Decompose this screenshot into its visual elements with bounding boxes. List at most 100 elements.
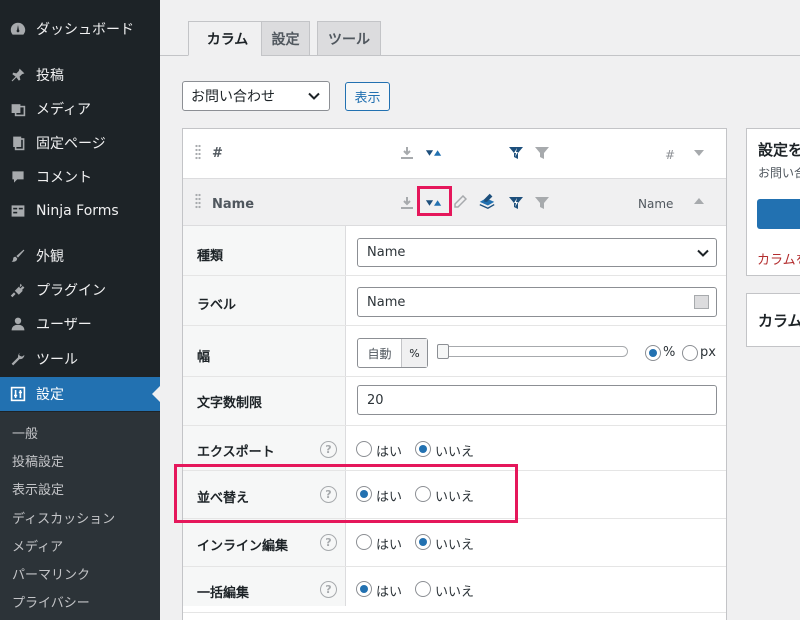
tab-settings[interactable]: 設定 bbox=[261, 21, 310, 56]
menu-appearance[interactable]: 外観 bbox=[0, 239, 160, 273]
inline-edit-no-radio[interactable] bbox=[415, 534, 431, 550]
highlight-sort-icon bbox=[417, 186, 452, 216]
type-select-value: Name bbox=[367, 245, 406, 260]
settings-side-box: 設定を お問い合 カラムを bbox=[746, 128, 800, 276]
menu-label: 固定ページ bbox=[36, 136, 106, 152]
inline-edit-yes-label: はい bbox=[376, 538, 403, 553]
menu-settings[interactable]: 設定 bbox=[0, 377, 160, 411]
column-header-hash[interactable]: # # bbox=[183, 129, 726, 179]
plugin-icon bbox=[8, 280, 28, 300]
export-yes-radio[interactable] bbox=[356, 441, 372, 457]
form-select[interactable]: お問い合わせ bbox=[182, 81, 330, 111]
label-input-value: Name bbox=[367, 294, 406, 310]
row-divider bbox=[183, 376, 726, 377]
chevron-down-icon bbox=[696, 246, 710, 264]
label-input[interactable]: Name bbox=[357, 287, 717, 317]
menu-label: 外観 bbox=[36, 249, 64, 265]
inline-edit-no-label: いいえ bbox=[435, 538, 475, 553]
menu-comments[interactable]: コメント bbox=[0, 160, 160, 194]
side-save-button[interactable] bbox=[757, 199, 800, 229]
form-select-value: お問い合わせ bbox=[191, 89, 275, 105]
submenu-writing[interactable]: 投稿設定 bbox=[12, 451, 64, 470]
setting-label-type: 種類 bbox=[197, 249, 224, 264]
menu-media[interactable]: メディア bbox=[0, 92, 160, 126]
filter-icon[interactable] bbox=[533, 194, 551, 212]
export-no-radio[interactable] bbox=[415, 441, 431, 457]
help-icon[interactable]: ? bbox=[320, 534, 337, 551]
setting-label-inline-edit: インライン編集 bbox=[197, 539, 289, 554]
help-icon[interactable]: ? bbox=[320, 581, 337, 598]
settings-submenu: 一般 投稿設定 表示設定 ディスカッション メディア パーマリンク プライバシー bbox=[0, 412, 160, 620]
admin-sidebar: ダッシュボード 投稿 メディア 固定ページ コメント Ninja Forms 外… bbox=[0, 0, 160, 620]
export-no-label: いいえ bbox=[435, 445, 475, 460]
column-title: # bbox=[212, 146, 223, 161]
filter-icon[interactable] bbox=[533, 144, 551, 162]
submenu-discussion[interactable]: ディスカッション bbox=[12, 508, 115, 527]
width-radio-px-label: px bbox=[700, 345, 716, 360]
type-select[interactable]: Name bbox=[357, 238, 717, 267]
column-header-name[interactable]: Name Name bbox=[183, 179, 726, 226]
side-reset-link[interactable]: カラムを bbox=[757, 249, 800, 268]
menu-users[interactable]: ユーザー bbox=[0, 307, 160, 341]
slider-handle[interactable] bbox=[437, 344, 449, 359]
charlimit-value: 20 bbox=[367, 392, 384, 408]
expand-caret-icon[interactable] bbox=[690, 144, 708, 162]
side-box-title: 設定を bbox=[758, 141, 800, 159]
current-arrow bbox=[152, 386, 160, 402]
page-icon bbox=[8, 133, 28, 153]
submenu-general[interactable]: 一般 bbox=[12, 423, 38, 442]
show-button[interactable]: 表示 bbox=[345, 82, 390, 111]
bulk-edit-yes-radio[interactable] bbox=[356, 581, 372, 597]
pin-icon bbox=[8, 65, 28, 85]
submenu-privacy[interactable]: プライバシー bbox=[12, 592, 90, 611]
menu-pages[interactable]: 固定ページ bbox=[0, 126, 160, 160]
drag-handle-icon[interactable] bbox=[195, 193, 201, 209]
dashboard-icon bbox=[8, 19, 28, 39]
smart-filter-icon[interactable] bbox=[507, 144, 525, 162]
bulk-edit-icon[interactable] bbox=[478, 192, 496, 210]
forms-icon bbox=[8, 201, 28, 221]
smart-filter-icon[interactable] bbox=[507, 194, 525, 212]
export-icon[interactable] bbox=[398, 144, 416, 162]
menu-tools[interactable]: ツール bbox=[0, 342, 160, 376]
drag-handle-icon[interactable] bbox=[195, 144, 201, 160]
submenu-reading[interactable]: 表示設定 bbox=[12, 479, 64, 498]
tab-columns[interactable]: カラム bbox=[188, 21, 267, 56]
collapse-caret-icon[interactable] bbox=[690, 192, 708, 210]
column-title: Name bbox=[212, 197, 255, 212]
menu-dashboard[interactable]: ダッシュボード bbox=[0, 12, 160, 46]
export-icon[interactable] bbox=[398, 194, 416, 212]
menu-posts[interactable]: 投稿 bbox=[0, 58, 160, 92]
menu-label: メディア bbox=[36, 102, 92, 118]
width-input[interactable]: 自動 % bbox=[357, 338, 428, 368]
charlimit-input[interactable]: 20 bbox=[357, 385, 717, 415]
edit-pencil-icon[interactable] bbox=[451, 193, 469, 211]
menu-label: 投稿 bbox=[36, 68, 64, 84]
help-icon[interactable]: ? bbox=[320, 441, 337, 458]
inline-edit-yes-radio[interactable] bbox=[356, 534, 372, 550]
highlight-sort-setting bbox=[174, 464, 518, 523]
image-icon[interactable] bbox=[694, 295, 709, 309]
width-unit-button[interactable]: % bbox=[401, 339, 427, 367]
menu-label: ユーザー bbox=[36, 317, 92, 333]
bulk-edit-no-label: いいえ bbox=[435, 585, 475, 600]
row-divider bbox=[183, 325, 726, 326]
width-radio-percent-label: % bbox=[663, 345, 676, 360]
setting-label-export: エクスポート bbox=[197, 445, 275, 460]
columns-panel: # # Name Name 種類 Name ラベル Name 幅 自動 % % … bbox=[182, 128, 727, 620]
wrench-icon bbox=[8, 349, 28, 369]
width-radio-px[interactable] bbox=[682, 345, 698, 361]
tab-tools[interactable]: ツール bbox=[317, 21, 381, 56]
sort-icon[interactable] bbox=[425, 144, 443, 162]
width-radio-percent[interactable] bbox=[645, 345, 661, 361]
column-type-label: Name bbox=[638, 197, 674, 211]
width-slider[interactable] bbox=[437, 344, 628, 359]
bulk-edit-no-radio[interactable] bbox=[415, 581, 431, 597]
menu-plugins[interactable]: プラグイン bbox=[0, 273, 160, 307]
submenu-media[interactable]: メディア bbox=[12, 536, 63, 555]
side-box-subtitle: お問い合 bbox=[758, 166, 800, 180]
menu-ninja-forms[interactable]: Ninja Forms bbox=[0, 194, 160, 228]
menu-label: プラグイン bbox=[36, 283, 106, 299]
brush-icon bbox=[8, 246, 28, 266]
submenu-permalink[interactable]: パーマリンク bbox=[12, 564, 90, 583]
